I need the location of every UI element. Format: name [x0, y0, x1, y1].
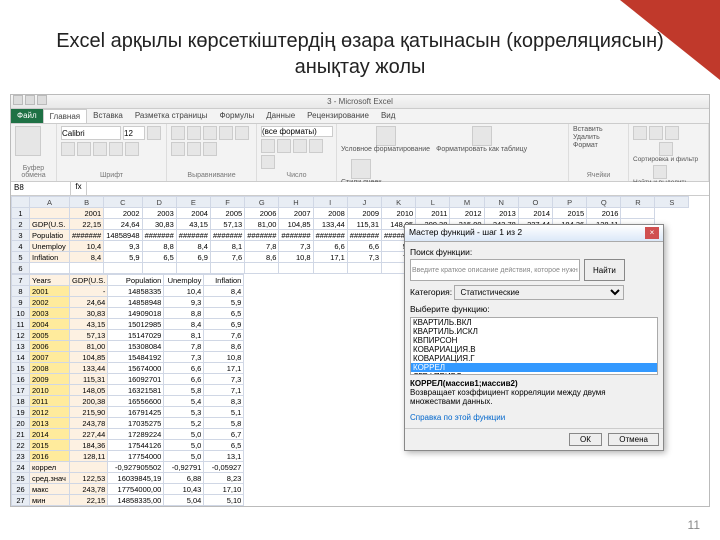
- tab-home[interactable]: Главная: [43, 109, 87, 123]
- tab-page-layout[interactable]: Разметка страницы: [129, 109, 214, 123]
- funclist-label: Выберите функцию:: [410, 304, 658, 314]
- italic-icon[interactable]: [61, 142, 75, 156]
- font-name-input[interactable]: [61, 126, 121, 140]
- tab-view[interactable]: Вид: [375, 109, 401, 123]
- underline-icon[interactable]: [77, 142, 91, 156]
- ribbon-tabs: Файл Главная Вставка Разметка страницы Ф…: [11, 109, 709, 124]
- align-left-icon[interactable]: [235, 126, 249, 140]
- group-align: Выравнивание: [171, 172, 252, 179]
- autosum-icon[interactable]: [633, 126, 647, 140]
- bold-icon[interactable]: [147, 126, 161, 140]
- conditional-format-button[interactable]: Условное форматирование: [341, 126, 430, 153]
- search-input[interactable]: [410, 259, 580, 281]
- fill-icon[interactable]: [649, 126, 663, 140]
- slide-corner-accent: [620, 0, 720, 80]
- tab-insert[interactable]: Вставка: [87, 109, 129, 123]
- redo-icon[interactable]: [37, 95, 47, 105]
- ribbon: Буфер обмена Шрифт Выравнивание: [11, 124, 709, 182]
- search-button[interactable]: Найти: [584, 259, 625, 281]
- excel-window: 3 - Microsoft Excel Файл Главная Вставка…: [10, 94, 710, 507]
- align-center-icon[interactable]: [171, 142, 185, 156]
- function-option[interactable]: КОВАРИАЦИЯ.В: [411, 345, 657, 354]
- function-listbox[interactable]: КВАРТИЛЬ.ВКЛКВАРТИЛЬ.ИСКЛКВПИРСОНКОВАРИА…: [410, 317, 658, 375]
- save-icon[interactable]: [13, 95, 23, 105]
- function-option[interactable]: КВПИРСОН: [411, 336, 657, 345]
- comma-icon[interactable]: [293, 139, 307, 153]
- currency-icon[interactable]: [261, 139, 275, 153]
- tab-formulas[interactable]: Формулы: [213, 109, 260, 123]
- search-label: Поиск функции:: [410, 247, 658, 257]
- format-cells-button[interactable]: Формат: [573, 142, 624, 149]
- dec-dec-icon[interactable]: [261, 155, 275, 169]
- function-option[interactable]: КВАРТИЛЬ.ВКЛ: [411, 318, 657, 327]
- name-box[interactable]: B8: [11, 182, 71, 195]
- close-icon[interactable]: ×: [645, 227, 659, 239]
- align-bot-icon[interactable]: [203, 126, 217, 140]
- align-top-icon[interactable]: [171, 126, 185, 140]
- group-font: Шрифт: [61, 172, 162, 179]
- group-clipboard: Буфер обмена: [15, 165, 52, 179]
- tab-review[interactable]: Рецензирование: [301, 109, 375, 123]
- function-syntax: КОРРЕЛ(массив1;массив2): [410, 379, 658, 388]
- wrap-icon[interactable]: [219, 126, 233, 140]
- number-format-input[interactable]: [261, 126, 333, 137]
- percent-icon[interactable]: [277, 139, 291, 153]
- window-title: 3 - Microsoft Excel: [11, 95, 709, 109]
- format-table-button[interactable]: Форматировать как таблицу: [436, 126, 527, 153]
- function-option[interactable]: КВАРТИЛЬ.ИСКЛ: [411, 327, 657, 336]
- function-option[interactable]: КОВАРИАЦИЯ.Г: [411, 354, 657, 363]
- dialog-title: Мастер функций - шаг 1 из 2: [409, 227, 522, 239]
- fx-icon[interactable]: fx: [71, 182, 87, 195]
- delete-cells-button[interactable]: Удалить: [573, 134, 624, 141]
- function-wizard-dialog: Мастер функций - шаг 1 из 2 × Поиск функ…: [404, 224, 664, 451]
- tab-data[interactable]: Данные: [260, 109, 301, 123]
- formula-bar: B8 fx: [11, 182, 709, 196]
- function-option[interactable]: ЛГРФПРИБЛ: [411, 372, 657, 375]
- quick-access-toolbar: [13, 95, 47, 105]
- function-description: Возвращает коэффициент корреляции между …: [410, 388, 606, 406]
- tab-file[interactable]: Файл: [11, 109, 43, 123]
- ok-button[interactable]: ОК: [569, 433, 602, 446]
- sort-filter-button[interactable]: Сортировка и фильтр: [633, 142, 698, 163]
- help-link[interactable]: Справка по этой функции: [405, 411, 663, 424]
- merge-icon[interactable]: [203, 142, 217, 156]
- align-right-icon[interactable]: [187, 142, 201, 156]
- slide-title: Excel арқылы көрсеткіштердің өзара қатын…: [0, 0, 720, 90]
- formula-input[interactable]: [87, 182, 709, 195]
- cancel-button[interactable]: Отмена: [608, 433, 659, 446]
- border-icon[interactable]: [93, 142, 107, 156]
- fill-color-icon[interactable]: [109, 142, 123, 156]
- insert-cells-button[interactable]: Вставить: [573, 126, 624, 133]
- clear-icon[interactable]: [665, 126, 679, 140]
- inc-dec-icon[interactable]: [309, 139, 323, 153]
- font-color-icon[interactable]: [125, 142, 139, 156]
- category-select[interactable]: Статистические: [454, 285, 624, 300]
- group-number: Число: [261, 172, 332, 179]
- align-mid-icon[interactable]: [187, 126, 201, 140]
- page-number: 11: [688, 518, 700, 532]
- category-label: Категория:: [410, 287, 452, 297]
- paste-icon[interactable]: [15, 126, 41, 156]
- lower-data-table: 7YearsGDP(U.S.PopulationUnemployInflatio…: [11, 274, 244, 506]
- group-cells: Ячейки: [573, 172, 624, 179]
- font-size-input[interactable]: [123, 126, 145, 140]
- undo-icon[interactable]: [25, 95, 35, 105]
- function-option[interactable]: КОРРЕЛ: [411, 363, 657, 372]
